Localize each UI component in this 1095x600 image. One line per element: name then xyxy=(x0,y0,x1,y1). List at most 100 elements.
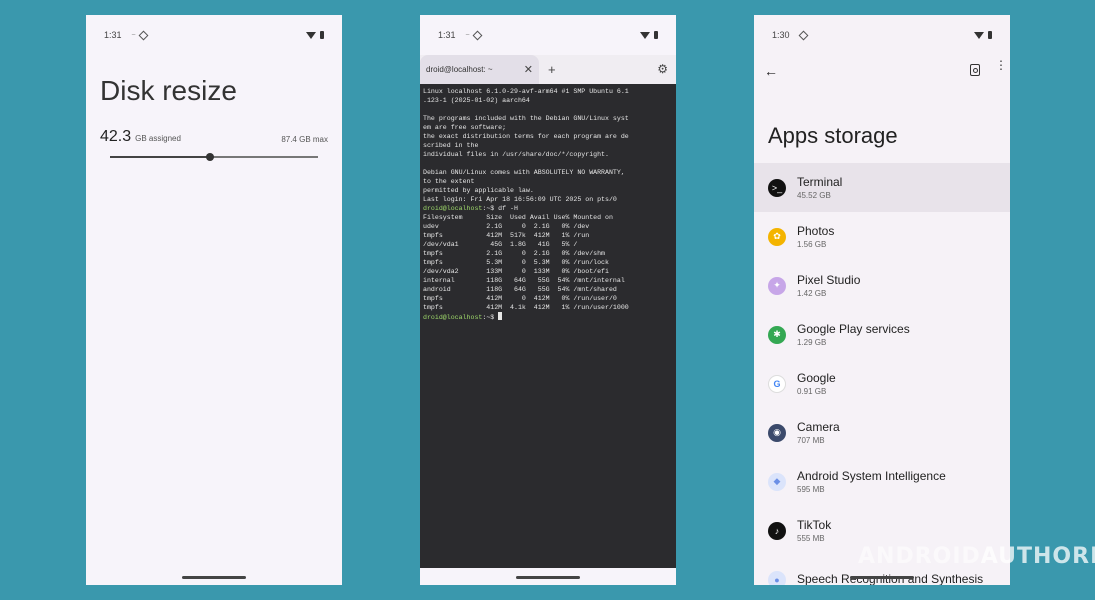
terminal-line: em are free software; xyxy=(423,123,673,132)
search-in-page-icon[interactable] xyxy=(970,64,980,76)
terminal-screen: 1:31 ~ droid@localhost: ~ ✕ + ⚙ Linux lo… xyxy=(420,15,676,585)
terminal-text: android 118G 64G 55G 54% /mnt/shared xyxy=(423,286,617,293)
terminal-line: tmpfs 5.3M 0 5.3M 0% /run/lock xyxy=(423,258,673,267)
terminal-line: the exact distribution terms for each pr… xyxy=(423,132,673,141)
terminal-text: individual files in /usr/share/doc/*/cop… xyxy=(423,151,609,158)
terminal-line: to the extent xyxy=(423,177,673,186)
status-time: 1:30 xyxy=(772,30,790,40)
app-name: TikTok xyxy=(797,517,832,532)
terminal-text: .123-1 (2025-01-02) aarch64 xyxy=(423,97,530,104)
disk-size-slider[interactable] xyxy=(110,153,318,161)
gesture-bar[interactable] xyxy=(516,576,580,579)
app-name: Camera xyxy=(797,419,840,434)
terminal-text: :~$ df -H xyxy=(482,205,518,212)
terminal-text: udev 2.1G 0 2.1G 0% /dev xyxy=(423,223,590,230)
app-size: 1.42 GB xyxy=(797,288,827,298)
terminal-line: scribed in the xyxy=(423,141,673,150)
battery-icon xyxy=(320,31,324,39)
app-list-item[interactable]: ✿ Photos 1.56 GB xyxy=(754,212,1010,261)
more-options-icon[interactable]: ⋮ xyxy=(995,59,1007,71)
app-list-item[interactable]: ◉ Camera 707 MB xyxy=(754,408,1010,457)
terminal-text: Last login: Fri Apr 18 16:56:09 UTC 2025… xyxy=(423,196,617,203)
vpn-icon xyxy=(798,30,808,40)
status-time: 1:31 xyxy=(104,30,122,40)
close-icon[interactable]: ✕ xyxy=(524,63,533,76)
photos-icon: ✿ xyxy=(768,227,786,246)
terminal-text: em are free software; xyxy=(423,124,507,131)
terminal-text: Filesystem Size Used Avail Use% Mounted … xyxy=(423,214,613,221)
gesture-bar[interactable] xyxy=(182,576,246,579)
app-list-item[interactable]: G Google 0.91 GB xyxy=(754,359,1010,408)
terminal-text: to the extent xyxy=(423,178,475,185)
speech-icon: ● xyxy=(768,570,786,585)
terminal-text: internal 118G 64G 55G 54% /mnt/internal xyxy=(423,277,625,284)
terminal-text: tmpfs 412M 4.1k 412M 1% /run/user/1000 xyxy=(423,304,629,311)
camera-icon: ◉ xyxy=(768,423,786,442)
page-title: Disk resize xyxy=(100,75,237,106)
app-text: Pixel Studio 1.42 GB xyxy=(797,273,860,299)
terminal-line: /dev/vda1 45G 1.8G 41G 5% / xyxy=(423,240,673,249)
terminal-line: android 118G 64G 55G 54% /mnt/shared xyxy=(423,285,673,294)
app-size: 1.29 GB xyxy=(797,337,827,347)
slider-fill xyxy=(110,156,210,158)
assigned-readout: 42.3 GB assigned xyxy=(100,128,181,146)
slider-thumb[interactable] xyxy=(205,153,214,161)
wifi-icon xyxy=(974,31,984,39)
terminal-text: tmpfs 5.3M 0 5.3M 0% /run/lock xyxy=(423,259,609,266)
terminal-line: internal 118G 64G 55G 54% /mnt/internal xyxy=(423,276,673,285)
notification-icon: ~ xyxy=(465,31,470,39)
play-services-icon: ✱ xyxy=(768,325,786,344)
add-tab-icon[interactable]: + xyxy=(548,62,556,77)
terminal-line: The programs included with the Debian GN… xyxy=(423,114,673,123)
terminal-line: permitted by applicable law. xyxy=(423,186,673,195)
app-list-item[interactable]: ✱ Google Play services 1.29 GB xyxy=(754,310,1010,359)
wifi-icon xyxy=(306,31,316,39)
app-size: 1.56 GB xyxy=(797,239,827,249)
watermark-part1: ANDROID xyxy=(858,544,981,569)
terminal-line: tmpfs 412M 4.1k 412M 1% /run/user/1000 xyxy=(423,303,673,312)
app-size: 595 MB xyxy=(797,484,825,494)
app-text: Google Play services 1.29 GB xyxy=(797,322,910,348)
terminal-line: Last login: Fri Apr 18 16:56:09 UTC 2025… xyxy=(423,195,673,204)
gesture-bar[interactable] xyxy=(850,576,914,579)
pixel-studio-icon: ✦ xyxy=(768,276,786,295)
app-size: 707 MB xyxy=(797,435,825,445)
terminal-line: Linux localhost 6.1.0-29-avf-arm64 #1 SM… xyxy=(423,87,673,96)
terminal-line: tmpfs 412M 517k 412M 1% /run xyxy=(423,231,673,240)
vpn-icon xyxy=(138,30,149,40)
terminal-text: :~$ xyxy=(482,314,499,321)
app-size: 45.52 GB xyxy=(797,190,831,200)
battery-icon xyxy=(654,31,658,39)
terminal-line: udev 2.1G 0 2.1G 0% /dev xyxy=(423,222,673,231)
app-text: Camera 707 MB xyxy=(797,420,840,446)
terminal-line: individual files in /usr/share/doc/*/cop… xyxy=(423,150,673,159)
disk-resize-screen: 1:31 ~ Disk resize 42.3 GB assigned 87.4… xyxy=(86,15,342,585)
terminal-line: /dev/vda2 133M 0 133M 0% /boot/efi xyxy=(423,267,673,276)
wifi-icon xyxy=(640,31,650,39)
app-name: Terminal xyxy=(797,174,843,189)
terminal-text: tmpfs 412M 517k 412M 1% /run xyxy=(423,232,590,239)
terminal-text: tmpfs 2.1G 0 2.1G 0% /dev/shm xyxy=(423,250,606,257)
terminal-tab[interactable]: droid@localhost: ~ ✕ xyxy=(420,55,539,84)
prompt-host: droid@localhost xyxy=(423,314,483,321)
terminal-line: droid@localhost:~$ df -H xyxy=(423,204,673,213)
terminal-text: Debian GNU/Linux comes with ABSOLUTELY N… xyxy=(423,169,625,176)
watermark-part2: AUTHORITY xyxy=(980,544,1095,569)
page-title: Apps storage xyxy=(768,123,898,148)
app-list-item[interactable]: ✦ Pixel Studio 1.42 GB xyxy=(754,261,1010,310)
status-bar: 1:31 ~ xyxy=(420,15,676,55)
app-list-item[interactable]: ◆ Android System Intelligence 595 MB xyxy=(754,457,1010,506)
app-list-item[interactable]: >_ Terminal 45.52 GB xyxy=(754,163,1010,212)
app-name: Pixel Studio xyxy=(797,272,861,287)
vpn-icon xyxy=(472,30,483,40)
terminal-text: The programs included with the Debian GN… xyxy=(423,115,629,122)
settings-icon[interactable]: ⚙ xyxy=(657,62,668,76)
terminal-cursor xyxy=(498,312,503,320)
tab-label: droid@localhost: ~ xyxy=(426,65,493,74)
terminal-output[interactable]: Linux localhost 6.1.0-29-avf-arm64 #1 SM… xyxy=(420,84,676,568)
back-arrow-icon[interactable]: ← xyxy=(764,63,778,79)
battery-icon xyxy=(988,31,992,39)
app-list: >_ Terminal 45.52 GB ✿ Photos 1.56 GB ✦ Pixel S… xyxy=(754,163,1010,585)
